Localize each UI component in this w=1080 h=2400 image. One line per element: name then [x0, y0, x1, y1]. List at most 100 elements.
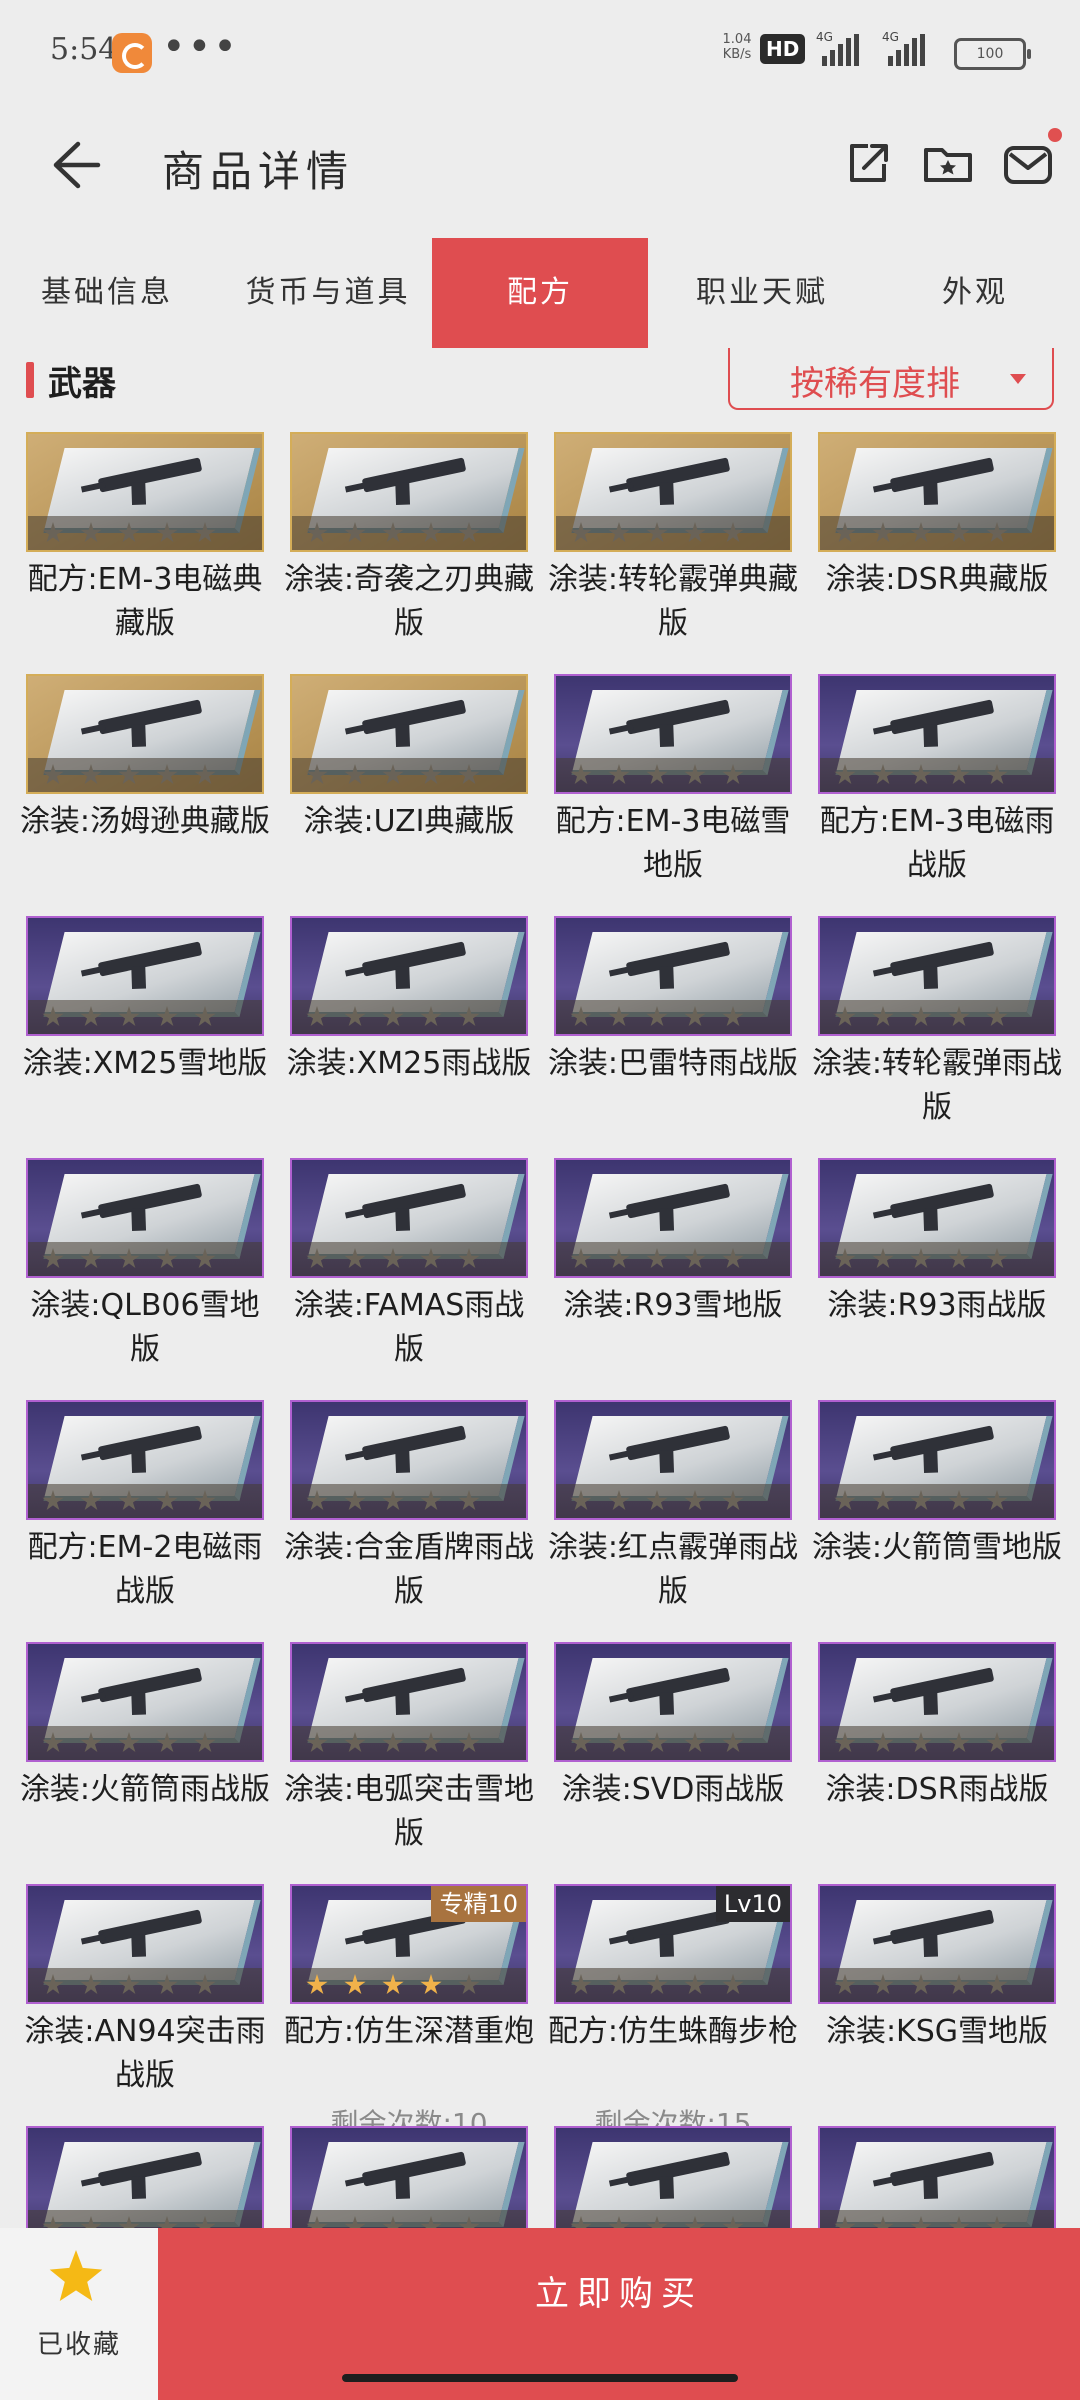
star-icon	[646, 1732, 668, 1753]
item-thumbnail	[26, 916, 264, 1036]
recipe-item[interactable]: 涂装:R93雨战版	[818, 1158, 1056, 1398]
item-name: 涂装:KSG雪地版	[825, 2014, 1049, 2049]
star-rating	[556, 758, 790, 792]
sort-dropdown[interactable]: 按稀有度排	[728, 348, 1054, 410]
star-icon	[608, 1006, 630, 1027]
favorite-folder-button[interactable]	[918, 134, 978, 194]
recipe-item[interactable]: 涂装:转轮霰弹典藏版	[548, 432, 798, 672]
tab-basic-info[interactable]: 基础信息	[0, 238, 214, 348]
network-speed: 1.04 KB/s	[720, 32, 754, 62]
recipe-item[interactable]: 涂装:QLB06雪地版	[26, 1158, 264, 1398]
star-icon	[306, 1006, 328, 1027]
star-icon	[910, 1006, 932, 1027]
recipe-item[interactable]: 涂装:DSR典藏版	[818, 432, 1056, 672]
item-name: 涂装:R93雨战版	[827, 1288, 1047, 1323]
star-icon	[834, 764, 856, 785]
star-rating	[28, 1000, 262, 1034]
star-icon	[306, 1732, 328, 1753]
star-rating	[820, 758, 1054, 792]
star-icon	[948, 764, 970, 785]
star-rating	[556, 1000, 790, 1034]
recipe-item[interactable]: 涂装:火箭筒雪地版	[812, 1400, 1062, 1640]
recipe-item[interactable]: 涂装:DSR雨战版	[818, 1642, 1056, 1882]
star-icon	[646, 764, 668, 785]
star-icon	[608, 522, 630, 543]
item-name: 涂装:汤姆逊典藏版	[19, 804, 271, 839]
recipe-item[interactable]: 配方:EM-2电磁雨战版	[26, 1400, 264, 1640]
item-thumbnail	[818, 916, 1056, 1036]
signal-icon-2: 4G	[882, 30, 925, 66]
star-icon	[194, 522, 216, 543]
recipe-item[interactable]: 涂装:XM25雪地版	[23, 916, 267, 1156]
star-icon	[910, 1490, 932, 1511]
tab-label: 配方	[507, 275, 573, 310]
recipe-item[interactable]: 涂装:FAMAS雨战版	[290, 1158, 528, 1398]
tab-bar: 基础信息 货币与道具 配方 职业天赋 外观	[0, 238, 1080, 348]
star-icon	[722, 1490, 744, 1511]
star-icon	[420, 522, 442, 543]
favorite-button[interactable]: 已收藏	[0, 2228, 158, 2400]
star-rating	[28, 758, 262, 792]
item-thumbnail	[290, 1400, 528, 1520]
recipe-item[interactable]: 涂装:SVD雨战版	[554, 1642, 792, 1882]
star-icon	[80, 1974, 102, 1995]
star-icon	[80, 1006, 102, 1027]
share-button[interactable]	[838, 134, 898, 194]
star-icon	[42, 764, 64, 785]
recipe-item[interactable]: 涂装:R93雪地版	[554, 1158, 792, 1398]
notification-app-icon	[112, 33, 152, 73]
recipe-item[interactable]: 涂装:AN94突击雨战版	[24, 1884, 266, 2124]
signal-icon-1: 4G	[816, 30, 859, 66]
recipe-item[interactable]: Lv10 配方:仿生蛛酶步枪 剩余次数:15	[548, 1884, 798, 2140]
star-icon	[834, 1974, 856, 1995]
recipe-item[interactable]: 涂装:UZI典藏版	[290, 674, 528, 914]
message-button[interactable]	[998, 128, 1062, 194]
item-thumbnail	[554, 1642, 792, 1762]
star-icon	[382, 1490, 404, 1511]
recipe-item[interactable]: 涂装:合金盾牌雨战版	[284, 1400, 534, 1640]
item-name: 配方:EM-3电磁典藏版	[27, 562, 263, 641]
section-accent-bar	[26, 362, 34, 398]
tab-currency-items[interactable]: 货币与道具	[232, 238, 424, 348]
star-icon	[156, 764, 178, 785]
star-icon	[80, 522, 102, 543]
recipe-item[interactable]: 专精10 配方:仿生深潜重炮 剩余次数:10	[284, 1884, 534, 2140]
recipe-item[interactable]: 涂装:奇袭之刃典藏版	[284, 432, 534, 672]
star-icon	[948, 1974, 970, 1995]
star-icon	[834, 1732, 856, 1753]
recipe-item[interactable]: 涂装:XM25雨战版	[287, 916, 531, 1156]
tab-talents[interactable]: 职业天赋	[654, 238, 870, 348]
item-thumbnail	[818, 1884, 1056, 2004]
status-time: 5:54	[50, 32, 118, 67]
recipe-item[interactable]: 涂装:KSG雪地版	[818, 1884, 1056, 2124]
star-rating	[556, 1968, 790, 2002]
item-name: 涂装:FAMAS雨战版	[293, 1288, 525, 1367]
recipe-item[interactable]: 配方:EM-3电磁雨战版	[818, 674, 1056, 914]
tab-recipes[interactable]: 配方	[432, 238, 648, 348]
item-name: 涂装:火箭筒雪地版	[811, 1530, 1063, 1565]
star-icon	[570, 1248, 592, 1269]
recipe-item[interactable]: 涂装:巴雷特雨战版	[548, 916, 798, 1156]
item-name: 涂装:红点霰弹雨战版	[547, 1530, 799, 1609]
item-name: 涂装:合金盾牌雨战版	[283, 1530, 535, 1609]
star-rating	[292, 516, 526, 550]
item-thumbnail	[26, 1400, 264, 1520]
item-thumbnail	[554, 674, 792, 794]
star-icon	[42, 1006, 64, 1027]
recipe-item[interactable]: 涂装:火箭筒雨战版	[20, 1642, 270, 1882]
star-icon	[306, 1248, 328, 1269]
star-icon	[646, 522, 668, 543]
star-icon	[42, 1732, 64, 1753]
recipe-item[interactable]: 配方:EM-3电磁典藏版	[26, 432, 264, 672]
star-icon	[608, 1732, 630, 1753]
recipe-item[interactable]: 涂装:电弧突击雪地版	[284, 1642, 534, 1882]
star-icon	[420, 1974, 442, 1995]
star-icon	[382, 1732, 404, 1753]
tab-appearance[interactable]: 外观	[870, 238, 1080, 348]
recipe-item[interactable]: 涂装:转轮霰弹雨战版	[812, 916, 1062, 1156]
recipe-item[interactable]: 配方:EM-3电磁雪地版	[554, 674, 792, 914]
recipe-item[interactable]: 涂装:汤姆逊典藏版	[20, 674, 270, 914]
star-icon	[608, 1974, 630, 1995]
recipe-item[interactable]: 涂装:红点霰弹雨战版	[548, 1400, 798, 1640]
back-button[interactable]	[40, 130, 110, 200]
